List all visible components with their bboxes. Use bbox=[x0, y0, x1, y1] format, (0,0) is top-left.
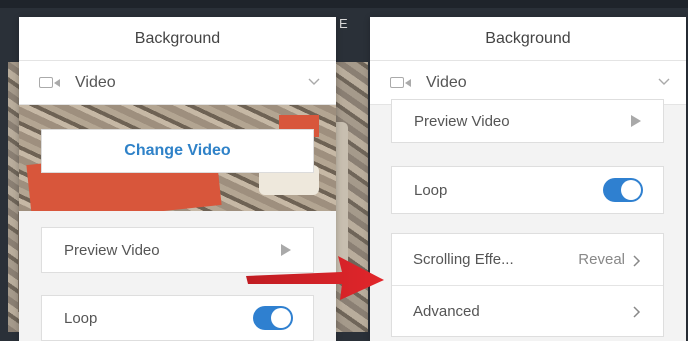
loop-row: Loop bbox=[391, 166, 664, 214]
loop-toggle[interactable] bbox=[253, 306, 293, 330]
chevron-down-icon bbox=[308, 78, 320, 88]
advanced-row[interactable]: Advanced bbox=[392, 285, 663, 336]
advanced-label: Advanced bbox=[413, 302, 480, 320]
chevron-right-icon bbox=[633, 305, 643, 318]
scrolling-effect-row[interactable]: Scrolling Effe... Reveal bbox=[392, 234, 663, 285]
scrolling-effect-value: Reveal bbox=[578, 251, 625, 268]
chevron-down-icon bbox=[658, 78, 670, 88]
loop-label: Loop bbox=[414, 181, 448, 199]
arrow-right-icon bbox=[246, 252, 386, 307]
scrolling-effect-label: Scrolling Effe... bbox=[413, 251, 514, 268]
background-type-select[interactable]: Video bbox=[19, 61, 336, 105]
preview-video-label: Preview Video bbox=[414, 112, 510, 130]
play-icon bbox=[631, 115, 641, 127]
background-panel-right: Background Video Preview Video Loop Scro… bbox=[370, 17, 686, 341]
chevron-right-icon bbox=[633, 254, 643, 267]
background-type-label: Video bbox=[75, 73, 116, 91]
video-thumbnail: Change Video bbox=[19, 105, 336, 211]
background-type-label: Video bbox=[426, 73, 467, 91]
editor-text-fragment: E bbox=[339, 16, 348, 31]
video-icon bbox=[390, 76, 416, 90]
preview-video-row[interactable]: Preview Video bbox=[391, 99, 664, 143]
panel-title: Background bbox=[19, 17, 336, 61]
video-icon bbox=[39, 76, 65, 90]
loop-label: Loop bbox=[64, 309, 98, 327]
settings-group: Scrolling Effe... Reveal Advanced bbox=[391, 233, 664, 337]
panel-title: Background bbox=[370, 17, 686, 61]
editor-topbar bbox=[0, 0, 688, 8]
loop-toggle[interactable] bbox=[603, 178, 643, 202]
change-video-button[interactable]: Change Video bbox=[41, 129, 314, 173]
